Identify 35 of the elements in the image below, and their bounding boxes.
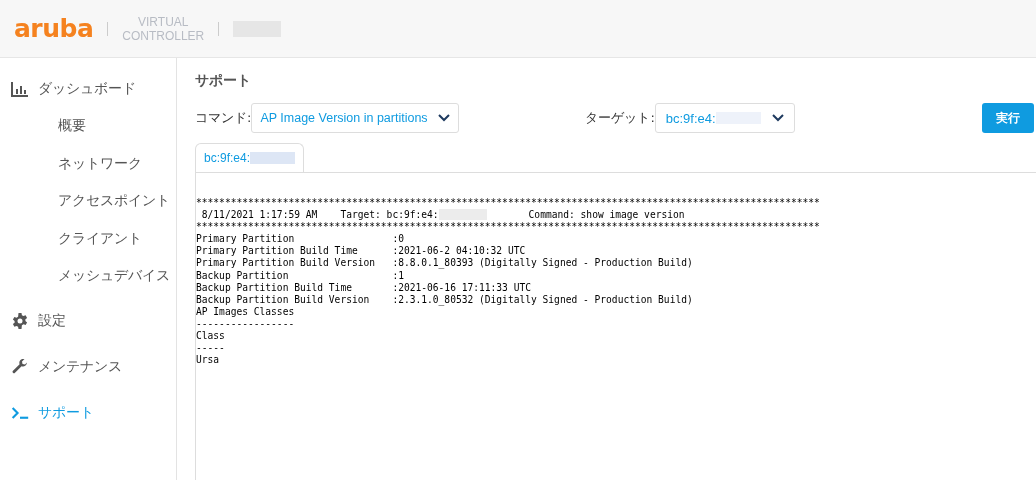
sidebar-subitem[interactable]: ネットワーク xyxy=(0,151,176,174)
output-line: Ursa xyxy=(196,354,220,367)
output-line: Primary Partition Build Version :8.8.0.1_80393 (Digitally Signed - Production Build) xyxy=(196,257,693,270)
output-line: Class xyxy=(196,330,225,343)
bar-chart-icon xyxy=(11,81,29,97)
product-name: VIRTUAL xyxy=(138,14,189,29)
sidebar-subitem[interactable]: メッシュデバイス xyxy=(0,264,176,286)
page-title: サポート xyxy=(195,72,252,90)
output-line: Primary Partition :0 xyxy=(196,233,404,246)
chevron-icon xyxy=(438,114,451,122)
output-line: ************************************************************************************************************ xyxy=(196,197,820,210)
output-line: ************************************************************************************************************ xyxy=(196,221,820,234)
sidebar-item[interactable]: メンテナンス xyxy=(0,356,176,378)
sidebar-item[interactable]: 設定 xyxy=(0,310,176,332)
sidebar-subitem[interactable]: クライアント xyxy=(0,226,176,249)
target-label: ターゲット: xyxy=(585,109,655,127)
command-label: コマンド: xyxy=(195,109,252,127)
output-line: 8/11/2021 1:17:59 AM Target: bc:9f:e4: xyxy=(200,209,439,222)
output-line: AP Images Classes xyxy=(196,305,295,318)
output-line: Backup Partition Build Time :2021-06-16 17:11:33 UTC xyxy=(196,281,531,294)
sidebar-subitem[interactable]: アクセスポイント xyxy=(0,189,176,211)
sidebar-subitem[interactable]: 概要 xyxy=(0,114,176,136)
logo: aruba xyxy=(14,14,94,43)
chevron-icon xyxy=(771,114,784,122)
wrench-icon xyxy=(11,359,29,375)
output-line: Command: show image version xyxy=(528,209,685,222)
output-line: Backup Partition Build Version :2.3.1.0_80532 (Digitally Signed - Production Build) xyxy=(196,293,693,306)
sidebar-item[interactable]: ダッシュボード xyxy=(0,78,176,100)
output-line: Backup Partition :1 xyxy=(196,269,404,282)
output-line: ----------------- xyxy=(196,317,295,331)
product-name: CONTROLLER xyxy=(122,28,205,43)
terminal-icon xyxy=(11,405,29,421)
output-line: ----- xyxy=(196,342,225,355)
output-line: Primary Partition Build Time :2021-06-2 04:10:32 UTC xyxy=(196,245,526,258)
settings-icon xyxy=(11,313,29,329)
